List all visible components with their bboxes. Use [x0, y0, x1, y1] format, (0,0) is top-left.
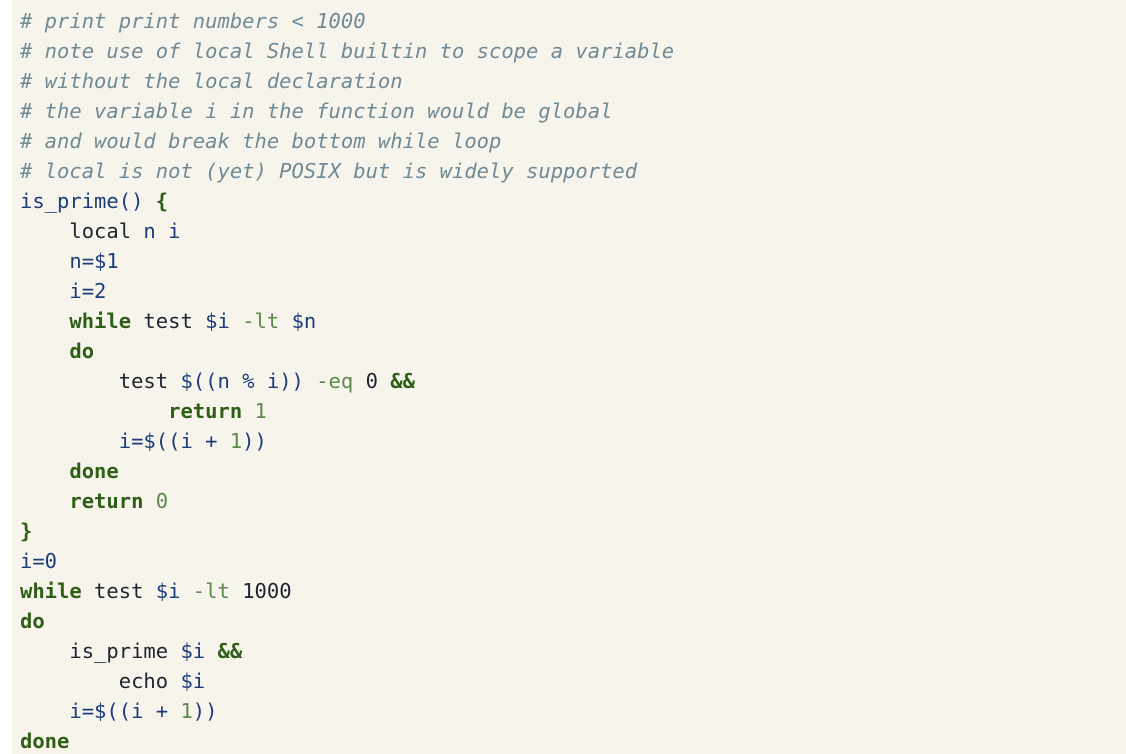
code-token-var: n i	[143, 219, 181, 243]
code-token-op: -lt	[229, 309, 292, 333]
code-token-kw: while	[69, 309, 132, 333]
code-line: is_prime $i &&	[20, 636, 1126, 666]
code-token-comment: # note use of local Shell builtin to sco…	[20, 39, 675, 63]
code-line: # and would break the bottom while loop	[20, 126, 1126, 156]
code-token-num: 0	[143, 489, 169, 513]
code-line: i=$((i + 1))	[20, 426, 1126, 456]
code-token-kw: &&	[217, 639, 243, 663]
code-token-kw: done	[69, 459, 119, 483]
code-token-kw: do	[69, 339, 95, 363]
code-token-kw: return	[69, 489, 144, 513]
code-token-var: $((n % i))	[180, 369, 304, 393]
code-line: local n i	[20, 216, 1126, 246]
code-line: while test $i -lt $n	[20, 306, 1126, 336]
code-line: # the variable i in the function would b…	[20, 96, 1126, 126]
code-token-brace: }	[20, 519, 33, 543]
code-line: return 1	[20, 396, 1126, 426]
code-token-plain: 0	[365, 369, 391, 393]
code-token-kw: &&	[390, 369, 415, 393]
code-token-op: -eq	[303, 369, 366, 393]
code-token-var: $i	[155, 579, 181, 603]
code-token-plain: local	[20, 219, 144, 243]
code-token-num: 1	[242, 399, 267, 423]
code-token-var: $n	[291, 309, 317, 333]
code-token-kw: do	[20, 609, 45, 633]
code-token-var: ))	[192, 699, 218, 723]
code-token-plain: test	[20, 369, 181, 393]
code-line: i=0	[20, 546, 1126, 576]
code-token-var: i=0	[20, 549, 58, 573]
code-token-comment: # without the local declaration	[20, 69, 403, 93]
code-line: i=2	[20, 276, 1126, 306]
code-token-kw: while	[20, 579, 82, 603]
code-line: echo $i	[20, 666, 1126, 696]
code-block: # print print numbers < 1000 # note use o…	[12, 0, 1126, 754]
code-token-plain: is_prime	[20, 639, 181, 663]
code-token-kw: return	[168, 399, 243, 423]
code-token-comment: # local is not (yet) POSIX but is widely…	[20, 159, 638, 183]
code-line: i=$((i + 1))	[20, 696, 1126, 726]
code-token-comment: # the variable i in the function would b…	[20, 99, 613, 123]
code-line: do	[20, 336, 1126, 366]
code-token-fn: is_prime()	[20, 189, 156, 213]
code-line: do	[20, 606, 1126, 636]
code-line: }	[20, 516, 1126, 546]
code-token-plain: test	[81, 579, 156, 603]
code-line: # local is not (yet) POSIX but is widely…	[20, 156, 1126, 186]
code-token-kw: done	[20, 729, 70, 753]
code-line: # print print numbers < 1000	[20, 6, 1126, 36]
code-token-brace: {	[155, 189, 169, 213]
code-line: is_prime() {	[20, 186, 1126, 216]
code-line: return 0	[20, 486, 1126, 516]
code-token-var: ))	[242, 429, 267, 453]
code-token-num: 1	[229, 429, 243, 453]
code-token-comment: # and would break the bottom while loop	[20, 129, 502, 153]
code-token-plain: test	[131, 309, 206, 333]
code-token-var: $i	[180, 639, 206, 663]
code-token-var: $i	[180, 669, 206, 693]
code-line: done	[20, 726, 1126, 754]
code-token-var: n=$1	[20, 249, 119, 273]
code-token-comment: # print print numbers < 1000	[20, 9, 366, 33]
code-listing: # print print numbers < 1000 # note use o…	[12, 0, 1126, 754]
code-token-num: 1	[180, 699, 193, 723]
code-line: while test $i -lt 1000	[20, 576, 1126, 606]
code-token-plain: echo	[20, 669, 181, 693]
code-token-plain: 1000	[242, 579, 292, 603]
code-token-var: i=$((i +	[20, 699, 181, 723]
code-token-var: i=2	[20, 279, 107, 303]
code-line: # without the local declaration	[20, 66, 1126, 96]
code-token-var: $i	[205, 309, 230, 333]
code-token-var: i=$((i +	[20, 429, 230, 453]
code-line: done	[20, 456, 1126, 486]
code-line: # note use of local Shell builtin to sco…	[20, 36, 1126, 66]
code-line: n=$1	[20, 246, 1126, 276]
code-token-op: -lt	[180, 579, 243, 603]
code-line: test $((n % i)) -eq 0 &&	[20, 366, 1126, 396]
